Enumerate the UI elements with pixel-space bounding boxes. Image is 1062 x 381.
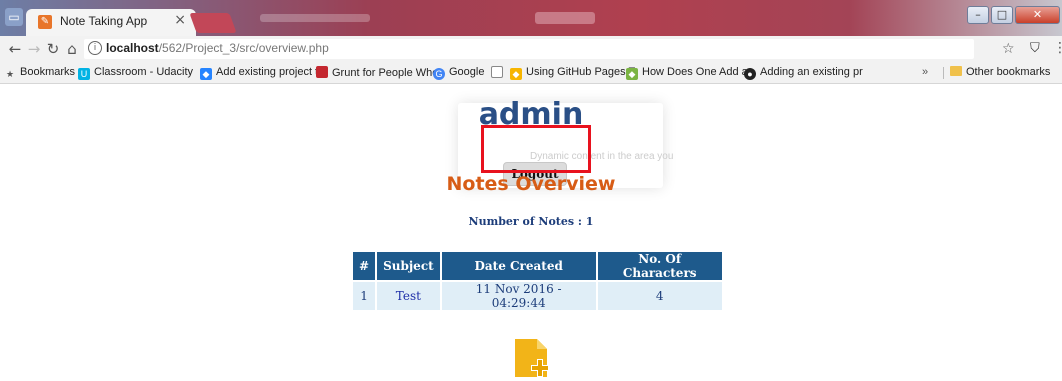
other-bookmarks[interactable]: Other bookmarks: [950, 66, 1050, 78]
table-row: 1 Test 11 Nov 2016 - 04:29:44 4: [353, 282, 722, 310]
cell-date: 11 Nov 2016 - 04:29:44: [441, 282, 596, 310]
grunt-icon: [316, 66, 328, 78]
browser-menu-icon[interactable]: ⋮: [1053, 40, 1062, 56]
header-char-count[interactable]: No. Of Characters: [597, 252, 722, 280]
home-icon[interactable]: ⌂: [63, 40, 81, 58]
blurred-window-title: [260, 14, 370, 22]
bookmark-item[interactable]: ◆ How Does One Add a: [626, 66, 748, 80]
udacity-icon: U: [78, 68, 90, 80]
tab-close-icon[interactable]: ×: [174, 12, 186, 28]
notes-overview-title: Notes Overview: [446, 173, 616, 195]
bookmark-item[interactable]: ◆ Using GitHub Pages T: [510, 66, 635, 80]
note-subject-link[interactable]: Test: [396, 289, 421, 303]
blurred-window-title-2: [535, 12, 595, 24]
bookmark-item[interactable]: [491, 66, 507, 79]
folder-icon: [950, 66, 962, 76]
add-note-icon[interactable]: [511, 337, 557, 379]
bookmarks-star-icon: ★: [5, 69, 15, 79]
url-host: localhost: [106, 41, 159, 55]
reload-icon[interactable]: ↻: [44, 40, 62, 58]
tab-title: Note Taking App: [60, 14, 148, 28]
bookmark-star-icon[interactable]: ☆: [1002, 41, 1015, 57]
new-tab-button[interactable]: [189, 13, 237, 33]
extension-shield-icon[interactable]: ⛉: [1030, 41, 1040, 56]
notes-count: Number of Notes : 1: [468, 215, 594, 228]
highlight-annotation: [481, 125, 591, 173]
sourcetree-icon: ◆: [626, 68, 638, 80]
cell-subject: Test: [377, 282, 440, 310]
github-pages-icon: ◆: [510, 68, 522, 80]
add-note-plus-horizontal-inner: [532, 366, 548, 370]
bookmarks-menu[interactable]: ★ Bookmarks: [4, 66, 75, 80]
url-path: /562/Project_3/src/overview.php: [158, 41, 329, 55]
header-date-created[interactable]: Date Created: [441, 252, 596, 280]
page-content: Dynamic content in the area you admin Lo…: [0, 85, 1062, 381]
cell-number: 1: [353, 282, 376, 310]
github-icon: ●: [744, 68, 756, 80]
notes-table: # Subject Date Created No. Of Characters…: [351, 250, 724, 312]
header-number[interactable]: #: [353, 252, 376, 280]
back-arrow-icon[interactable]: ←: [6, 40, 24, 58]
site-info-icon[interactable]: i: [88, 41, 102, 55]
bookmarks-divider: [943, 67, 944, 79]
bookmark-item[interactable]: U Classroom - Udacity: [78, 66, 193, 80]
bookmark-item[interactable]: ● Adding an existing pr: [744, 66, 863, 80]
bookmark-item[interactable]: Grunt for People Who: [316, 66, 438, 79]
bookmark-item[interactable]: ◆ Add existing project t: [200, 66, 318, 80]
tab-note-taking-app[interactable]: ✎ Note Taking App ×: [26, 9, 196, 36]
google-icon: G: [433, 68, 445, 80]
sourcetree-icon: ◆: [200, 68, 212, 80]
browser-toolbar: ← → ↻ ⌂ i localhost/562/Project_3/src/ov…: [0, 36, 1062, 62]
page-icon: [491, 66, 503, 78]
minimize-button[interactable]: –: [967, 6, 989, 24]
header-subject[interactable]: Subject: [377, 252, 440, 280]
bookmarks-overflow-icon[interactable]: »: [922, 66, 928, 78]
window-menu-icon[interactable]: ▭: [5, 8, 23, 26]
app-favicon-icon: ✎: [38, 15, 52, 29]
forward-arrow-icon[interactable]: →: [25, 40, 43, 58]
maximize-button[interactable]: □: [991, 6, 1013, 24]
address-bar[interactable]: i localhost/562/Project_3/src/overview.p…: [84, 39, 974, 59]
window-titlebar: ▭ ✎ Note Taking App × – □ ✕: [0, 0, 1062, 36]
add-note-fold-shape: [537, 339, 547, 349]
url-text[interactable]: localhost/562/Project_3/src/overview.php: [106, 41, 329, 55]
close-window-button[interactable]: ✕: [1015, 6, 1060, 24]
cell-char-count: 4: [597, 282, 722, 310]
table-header-row: # Subject Date Created No. Of Characters: [353, 252, 722, 280]
bookmark-item[interactable]: G Google: [433, 66, 484, 80]
bookmarks-bar: ★ Bookmarks U Classroom - Udacity ◆ Add exi…: [0, 62, 1062, 84]
